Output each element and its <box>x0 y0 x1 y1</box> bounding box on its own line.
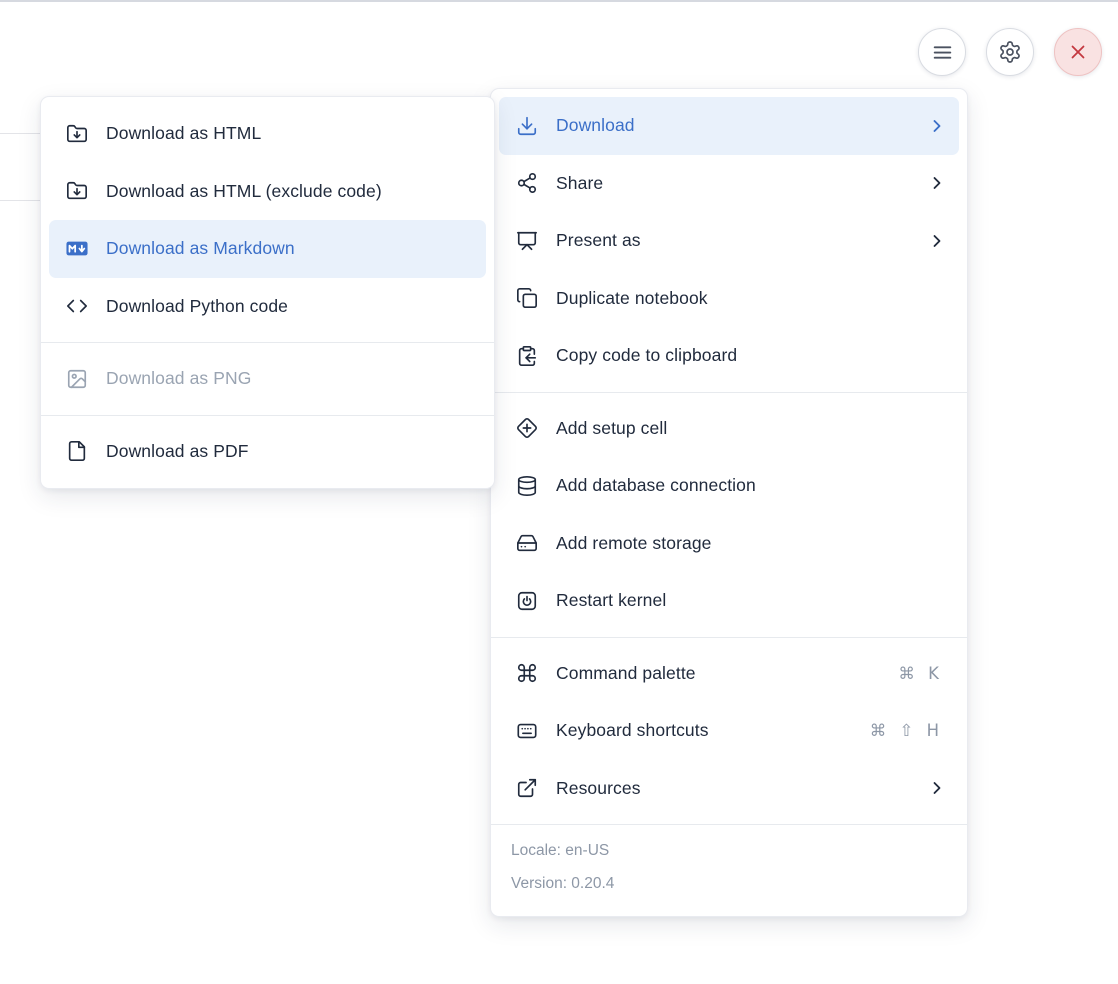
code-icon <box>66 295 88 317</box>
settings-button[interactable] <box>986 28 1034 76</box>
menu-item-label: Download <box>556 115 917 136</box>
menu-item-duplicate-notebook[interactable]: Duplicate notebook <box>499 270 959 328</box>
menu-item-label: Add database connection <box>556 475 947 496</box>
menu-item-add-remote-storage[interactable]: Add remote storage <box>499 515 959 573</box>
command-icon <box>516 662 538 684</box>
notebook-menu-items: Download Share Present as Duplicate noteboo… <box>491 97 967 817</box>
share-icon <box>516 172 538 194</box>
page-top-border <box>0 0 1118 2</box>
database-icon <box>516 475 538 497</box>
background-cell-border <box>0 200 41 201</box>
menu-item-label: Download as Markdown <box>106 238 474 259</box>
menu-item-download-as-png: Download as PNG <box>49 350 486 408</box>
keyboard-icon <box>516 720 538 742</box>
menu-item-add-database-connection[interactable]: Add database connection <box>499 457 959 515</box>
menu-item-present-as[interactable]: Present as <box>499 212 959 270</box>
file-icon <box>66 440 88 462</box>
chevron-right-icon <box>927 116 947 136</box>
diamond-plus-icon <box>516 417 538 439</box>
close-button[interactable] <box>1054 28 1102 76</box>
markdown-icon <box>66 238 88 260</box>
image-icon <box>66 368 88 390</box>
menu-item-label: Download as PDF <box>106 441 474 462</box>
menu-item-label: Restart kernel <box>556 590 947 611</box>
download-icon <box>516 115 538 137</box>
menu-item-download-as-html-exclude-code[interactable]: Download as HTML (exclude code) <box>49 163 486 221</box>
menu-item-label: Download as PNG <box>106 368 474 389</box>
menu-item-label: Download Python code <box>106 296 474 317</box>
close-icon <box>1066 40 1090 64</box>
menu-item-keyboard-shortcuts[interactable]: Keyboard shortcuts⌘ ⇧ H <box>499 702 959 760</box>
menu-item-download-as-html[interactable]: Download as HTML <box>49 105 486 163</box>
hamburger-icon <box>930 40 955 65</box>
hard-drive-icon <box>516 532 538 554</box>
menu-item-restart-kernel[interactable]: Restart kernel <box>499 572 959 630</box>
menu-item-download[interactable]: Download <box>499 97 959 155</box>
menu-item-label: Copy code to clipboard <box>556 345 947 366</box>
menu-item-label: Command palette <box>556 663 898 684</box>
menu-item-label: Add setup cell <box>556 418 947 439</box>
gear-icon <box>998 40 1022 64</box>
chevron-right-icon <box>927 778 947 798</box>
menu-item-label: Keyboard shortcuts <box>556 720 870 741</box>
menu-footer: Locale: en-US Version: 0.20.4 <box>491 824 967 908</box>
menu-item-label: Download as HTML <box>106 123 474 144</box>
presentation-icon <box>516 230 538 252</box>
download-submenu-items: Download as HTML Download as HTML (exclud… <box>41 105 494 480</box>
chevron-right-icon <box>927 173 947 193</box>
folder-download-icon <box>66 180 88 202</box>
menu-item-download-as-pdf[interactable]: Download as PDF <box>49 423 486 481</box>
menu-item-share[interactable]: Share <box>499 155 959 213</box>
menu-divider <box>491 392 967 393</box>
power-icon <box>516 590 538 612</box>
menu-item-label: Duplicate notebook <box>556 288 947 309</box>
menu-toggle-button[interactable] <box>918 28 966 76</box>
floating-action-buttons <box>918 28 1102 76</box>
menu-item-label: Present as <box>556 230 917 251</box>
locale-text: Locale: en-US <box>511 838 947 871</box>
menu-divider <box>41 415 494 416</box>
shortcut-hint: ⌘ K <box>898 664 943 683</box>
menu-item-label: Download as HTML (exclude code) <box>106 181 474 202</box>
background-cell-border <box>0 133 41 134</box>
version-text: Version: 0.20.4 <box>511 871 947 904</box>
menu-item-label: Resources <box>556 778 917 799</box>
duplicate-icon <box>516 287 538 309</box>
external-link-icon <box>516 777 538 799</box>
menu-item-copy-code-to-clipboard[interactable]: Copy code to clipboard <box>499 327 959 385</box>
chevron-right-icon <box>927 231 947 251</box>
clipboard-copy-icon <box>516 345 538 367</box>
menu-item-label: Add remote storage <box>556 533 947 554</box>
menu-divider <box>41 342 494 343</box>
folder-download-icon <box>66 123 88 145</box>
menu-item-download-python-code[interactable]: Download Python code <box>49 278 486 336</box>
menu-item-label: Share <box>556 173 917 194</box>
download-submenu: Download as HTML Download as HTML (exclud… <box>40 96 495 489</box>
menu-item-add-setup-cell[interactable]: Add setup cell <box>499 400 959 458</box>
shortcut-hint: ⌘ ⇧ H <box>870 721 943 740</box>
notebook-menu: Download Share Present as Duplicate noteboo… <box>490 88 968 917</box>
menu-item-command-palette[interactable]: Command palette⌘ K <box>499 645 959 703</box>
menu-divider <box>491 637 967 638</box>
menu-item-download-as-markdown[interactable]: Download as Markdown <box>49 220 486 278</box>
menu-item-resources[interactable]: Resources <box>499 760 959 818</box>
